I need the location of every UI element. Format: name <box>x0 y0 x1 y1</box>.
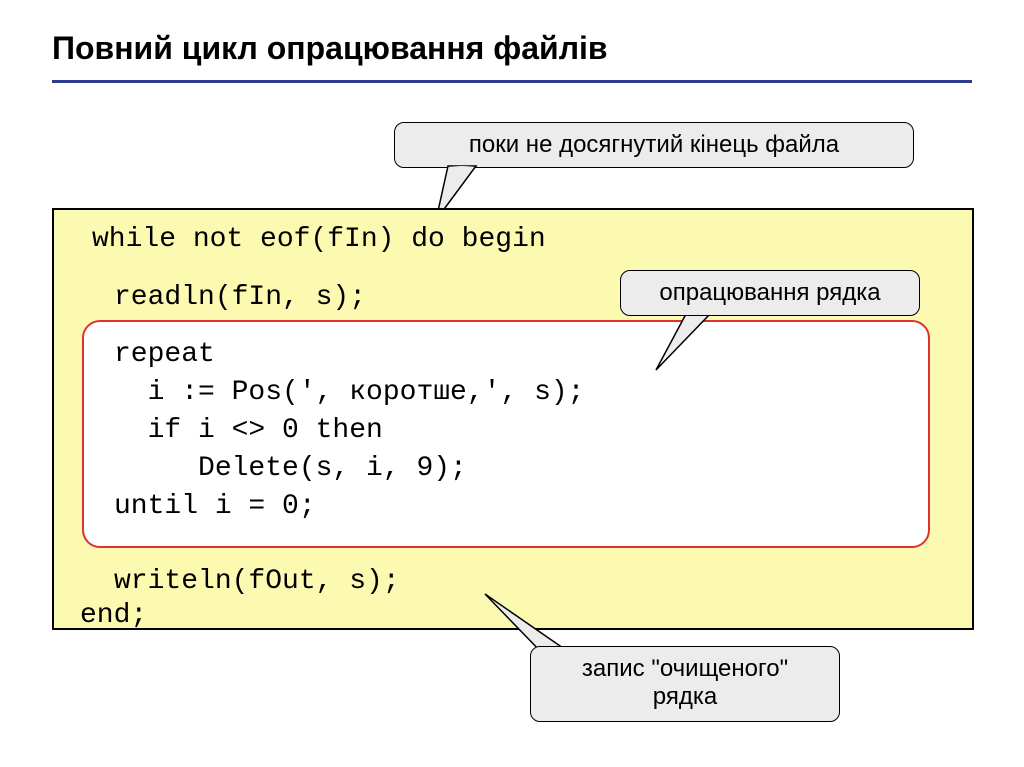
code-repeat-block: repeat i := Pos(', коротше,', s); if i <… <box>114 336 584 526</box>
code-end: end; <box>80 598 147 634</box>
callout-write: запис "очищеного" рядка <box>530 646 840 722</box>
callout-processing: опрацювання рядка <box>620 270 920 316</box>
slide: Повний цикл опрацювання файлів поки не д… <box>0 0 1024 767</box>
title-underline <box>52 80 972 83</box>
callout-processing-tail <box>650 314 720 374</box>
code-readln: readln(fIn, s); <box>114 280 366 316</box>
code-writeln: writeln(fOut, s); <box>114 564 400 600</box>
code-while: while not eof(fIn) do begin <box>92 222 546 258</box>
callout-eof: поки не досягнутий кінець файла <box>394 122 914 168</box>
slide-title: Повний цикл опрацювання файлів <box>52 30 608 67</box>
